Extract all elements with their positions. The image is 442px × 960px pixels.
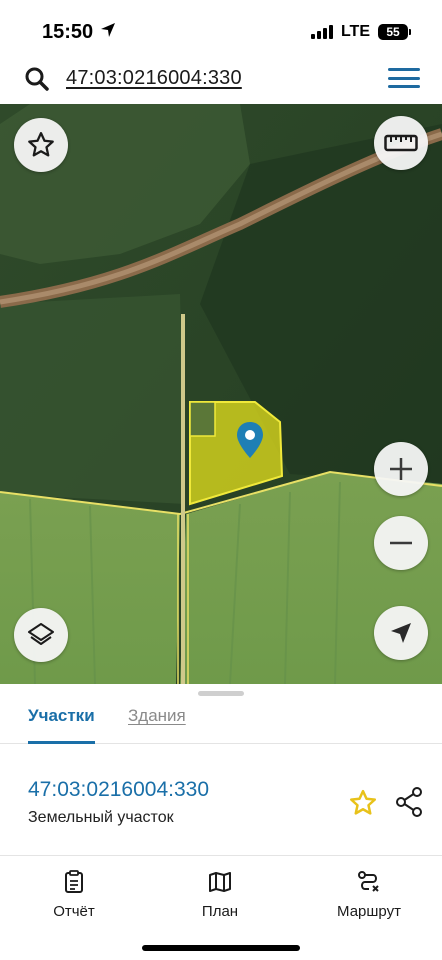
route-icon	[358, 871, 379, 892]
search-icon[interactable]	[24, 66, 50, 97]
my-location-button[interactable]	[374, 606, 428, 660]
nav-report-label: Отчёт	[53, 903, 95, 920]
favorite-star-icon[interactable]	[348, 788, 378, 823]
tab-bar: Участки Здания	[0, 704, 442, 744]
ruler-icon	[384, 134, 418, 152]
battery-icon: 55	[378, 24, 411, 40]
status-bar: 15:50 LTE 55	[0, 0, 442, 56]
zoom-out-button[interactable]	[374, 516, 428, 570]
plus-icon	[390, 458, 412, 480]
parcel-list-item[interactable]: 47:03:0216004:330 Земельный участок	[0, 746, 442, 856]
navigation-arrow-icon	[391, 623, 411, 643]
location-arrow-icon	[100, 22, 116, 43]
favorite-star-button[interactable]	[14, 118, 68, 172]
ruler-button[interactable]	[374, 116, 428, 170]
nav-plan-label: План	[201, 903, 239, 920]
tab-parcels[interactable]: Участки	[28, 704, 95, 744]
tab-buildings[interactable]: Здания	[128, 704, 186, 744]
star-icon	[28, 132, 54, 157]
report-icon	[65, 870, 83, 893]
layers-icon	[28, 623, 54, 645]
satellite-imagery	[0, 104, 442, 684]
network-label: LTE	[340, 23, 370, 40]
layers-button[interactable]	[14, 608, 68, 662]
parcel-cadastral-number[interactable]: 47:03:0216004:330	[28, 778, 209, 802]
search-bar[interactable]: 47:03:0216004:330	[8, 58, 434, 98]
status-indicators: LTE 55	[310, 23, 411, 41]
bottom-navigation: Отчёт План Маршрут	[0, 862, 442, 932]
nav-route-label: Маршрут	[337, 903, 401, 920]
nav-report[interactable]: Отчёт	[44, 870, 104, 920]
minus-icon	[390, 541, 412, 545]
search-input[interactable]: 47:03:0216004:330	[66, 67, 242, 90]
zoom-in-button[interactable]	[374, 442, 428, 496]
map-view[interactable]	[0, 104, 442, 684]
signal-icon	[310, 25, 333, 39]
status-time: 15:50	[42, 21, 94, 43]
nav-route[interactable]: Маршрут	[328, 870, 410, 920]
map-plan-icon	[209, 872, 231, 892]
parcel-type-label: Земельный участок	[28, 809, 174, 826]
home-indicator[interactable]	[142, 945, 300, 951]
location-pin-icon[interactable]	[237, 422, 263, 463]
nav-plan[interactable]: План	[190, 870, 250, 920]
share-icon[interactable]	[394, 786, 424, 823]
sheet-drag-handle[interactable]	[198, 691, 244, 696]
hamburger-menu-icon[interactable]	[388, 68, 420, 88]
